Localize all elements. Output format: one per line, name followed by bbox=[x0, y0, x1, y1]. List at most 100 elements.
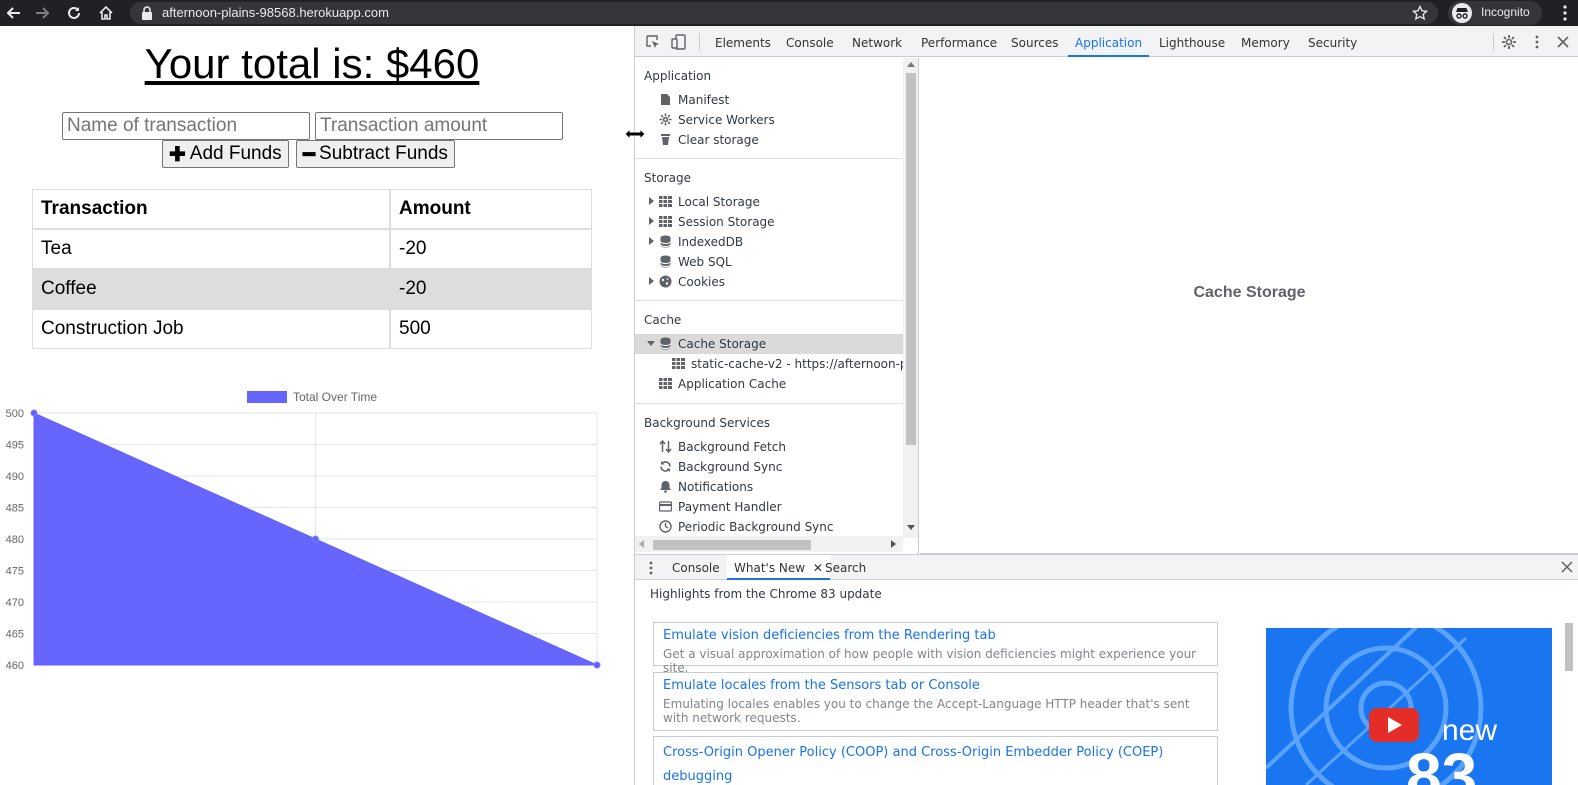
sidebar-item-indexeddb[interactable]: IndexedDB bbox=[659, 232, 743, 252]
close-devtools-icon[interactable] bbox=[1555, 34, 1571, 50]
tab-network[interactable]: Network bbox=[845, 26, 909, 57]
sidebar-item-payment-handler[interactable]: Payment Handler bbox=[659, 497, 782, 517]
transaction-amount-input[interactable] bbox=[315, 112, 563, 140]
transaction-name-input[interactable] bbox=[62, 112, 310, 140]
tab-performance[interactable]: Performance bbox=[914, 26, 1004, 57]
close-drawer-icon[interactable] bbox=[1561, 561, 1573, 573]
kebab-menu-icon[interactable] bbox=[1557, 4, 1573, 22]
add-funds-label: Add Funds bbox=[189, 143, 282, 164]
tab-security[interactable]: Security bbox=[1301, 26, 1364, 57]
grid-icon bbox=[672, 357, 685, 370]
forward-icon[interactable] bbox=[32, 3, 52, 23]
table-row: Construction Job 500 bbox=[32, 309, 592, 349]
whats-new-card[interactable]: Cross-Origin Opener Policy (COOP) and Cr… bbox=[653, 736, 1218, 785]
header-amount: Amount bbox=[390, 189, 592, 229]
card-description: Get a visual approximation of how people… bbox=[663, 647, 1197, 675]
section-cache: Cache bbox=[644, 313, 682, 327]
home-icon[interactable] bbox=[96, 3, 116, 23]
grid-icon bbox=[659, 195, 672, 208]
bookmark-star-icon[interactable] bbox=[1412, 5, 1428, 21]
address-bar[interactable]: afternoon-plains-98568.herokuapp.com bbox=[130, 2, 1438, 24]
database-icon bbox=[660, 255, 671, 268]
sidebar-item-application-cache[interactable]: Application Cache bbox=[659, 374, 786, 394]
add-funds-button[interactable]: ✚ Add Funds bbox=[162, 140, 289, 168]
drawer-tab-whats-new[interactable]: What's New ✕ bbox=[727, 555, 830, 580]
tab-memory[interactable]: Memory bbox=[1234, 26, 1297, 57]
sidebar-item-background-fetch[interactable]: Background Fetch bbox=[659, 437, 786, 457]
database-icon bbox=[660, 235, 671, 248]
youtube-play-icon[interactable] bbox=[1369, 708, 1419, 742]
expand-arrow-icon[interactable] bbox=[649, 217, 654, 225]
tab-separator bbox=[1493, 33, 1494, 51]
cell-transaction: Construction Job bbox=[32, 309, 390, 349]
sidebar-item-static-cache[interactable]: static-cache-v2 - https://afternoon-plai… bbox=[672, 354, 918, 374]
expand-arrow-icon[interactable] bbox=[649, 237, 654, 245]
y-tick-label: 475 bbox=[6, 566, 24, 578]
tab-lighthouse[interactable]: Lighthouse bbox=[1152, 26, 1232, 57]
divider bbox=[635, 158, 903, 159]
inspect-element-icon[interactable] bbox=[645, 34, 661, 50]
drawer-tab-console[interactable]: Console bbox=[665, 555, 727, 580]
transactions-table: Transaction Amount Tea -20 Coffee -20 Co… bbox=[32, 189, 592, 349]
settings-gear-icon[interactable] bbox=[1501, 34, 1517, 50]
device-toolbar-icon[interactable] bbox=[671, 34, 687, 50]
subtract-funds-label: Subtract Funds bbox=[319, 143, 448, 164]
chart-svg: Total Over Time 500 495 490 485 480 475 470 465 4… bbox=[6, 390, 601, 672]
scroll-up-icon[interactable] bbox=[907, 62, 915, 67]
drawer-scrollbar-thumb[interactable] bbox=[1565, 623, 1573, 671]
card-title[interactable]: Emulate vision deficiencies from the Ren… bbox=[663, 627, 1208, 645]
reload-icon[interactable] bbox=[64, 3, 84, 23]
whats-new-video-thumbnail[interactable]: new 83 bbox=[1266, 628, 1552, 785]
scroll-right-icon[interactable] bbox=[891, 540, 896, 548]
incognito-badge[interactable]: Incognito bbox=[1448, 1, 1542, 25]
data-point bbox=[593, 661, 601, 669]
drawer-tab-search[interactable]: Search bbox=[818, 555, 873, 580]
scroll-down-icon[interactable] bbox=[907, 525, 915, 530]
incognito-icon bbox=[1452, 3, 1472, 23]
sidebar-item-cookies[interactable]: Cookies bbox=[659, 272, 725, 292]
back-icon[interactable] bbox=[4, 3, 24, 23]
expand-arrow-icon[interactable] bbox=[649, 277, 654, 285]
sidebar-item-web-sql[interactable]: Web SQL bbox=[659, 252, 732, 272]
expand-arrow-icon[interactable] bbox=[649, 197, 654, 205]
devtools-panel: Elements Console Network Performance Sources… bbox=[634, 26, 1578, 785]
scroll-left-icon[interactable] bbox=[639, 540, 644, 548]
tab-console[interactable]: Console bbox=[779, 26, 841, 57]
total-over-time-chart: Total Over Time 500 495 490 485 480 475 470 465 4… bbox=[0, 362, 634, 672]
whats-new-card[interactable]: Emulate locales from the Sensors tab or … bbox=[653, 672, 1218, 731]
whats-new-card[interactable]: Emulate vision deficiencies from the Ren… bbox=[653, 622, 1218, 675]
y-tick-label: 460 bbox=[6, 660, 24, 672]
sidebar-item-service-workers[interactable]: Service Workers bbox=[659, 110, 775, 130]
scroll-thumb[interactable] bbox=[653, 540, 811, 550]
scroll-thumb[interactable] bbox=[906, 73, 916, 445]
sidebar-horizontal-scrollbar[interactable] bbox=[635, 536, 903, 552]
clock-icon bbox=[659, 520, 672, 533]
sidebar-label: Cache Storage bbox=[678, 337, 767, 351]
sidebar-label: Manifest bbox=[678, 93, 730, 107]
sidebar-item-session-storage[interactable]: Session Storage bbox=[659, 212, 775, 232]
sidebar-vertical-scrollbar[interactable] bbox=[903, 58, 918, 538]
tab-elements[interactable]: Elements bbox=[708, 26, 778, 57]
sidebar-item-manifest[interactable]: Manifest bbox=[659, 90, 729, 110]
devtools-tabbar: Elements Console Network Performance Sources… bbox=[635, 26, 1578, 57]
sidebar-item-periodic-background-sync[interactable]: Periodic Background Sync bbox=[659, 517, 834, 537]
sidebar-item-local-storage[interactable]: Local Storage bbox=[659, 192, 760, 212]
bell-icon bbox=[660, 481, 671, 493]
y-tick-label: 495 bbox=[6, 440, 24, 452]
up-down-arrows-icon bbox=[659, 440, 672, 453]
video-number: 83 bbox=[1406, 740, 1478, 785]
sidebar-label: Application Cache bbox=[678, 377, 787, 391]
card-title[interactable]: Emulate locales from the Sensors tab or … bbox=[663, 677, 1208, 695]
subtract-funds-button[interactable]: ━ Subtract Funds bbox=[296, 140, 455, 168]
drawer-menu-icon[interactable] bbox=[647, 560, 655, 576]
devtools-menu-icon[interactable] bbox=[1529, 34, 1545, 50]
sidebar-item-notifications[interactable]: Notifications bbox=[659, 477, 753, 497]
sidebar-item-cache-storage[interactable]: Cache Storage bbox=[659, 334, 766, 354]
table-row: Tea -20 bbox=[32, 229, 592, 269]
tab-sources[interactable]: Sources bbox=[1004, 26, 1065, 57]
sidebar-item-background-sync[interactable]: Background Sync bbox=[659, 457, 782, 477]
collapse-arrow-icon[interactable] bbox=[647, 341, 655, 346]
tab-application[interactable]: Application bbox=[1068, 26, 1150, 57]
card-title[interactable]: Cross-Origin Opener Policy (COOP) and Cr… bbox=[663, 741, 1208, 785]
sidebar-item-clear-storage[interactable]: Clear storage bbox=[659, 130, 759, 150]
